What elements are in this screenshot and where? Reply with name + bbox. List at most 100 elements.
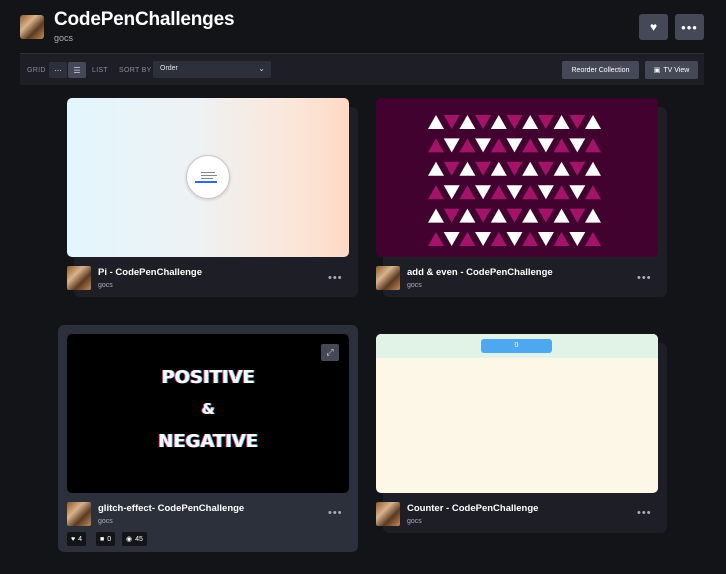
triangle — [522, 208, 539, 223]
triangle — [459, 138, 476, 153]
sort-by-label: SORT BY — [119, 67, 152, 74]
more-options-button[interactable]: ••• — [675, 14, 704, 40]
triangle — [522, 232, 539, 246]
triangle — [506, 115, 523, 129]
comment-icon: ■ — [100, 535, 105, 543]
sort-select[interactable]: Order ⌄ — [153, 61, 271, 78]
triangle — [428, 185, 444, 200]
chevron-down-icon: ⌄ — [258, 64, 265, 73]
triangle — [537, 208, 554, 223]
card-owner[interactable]: gocs — [407, 282, 422, 289]
triangle — [553, 232, 570, 246]
view-count: 45 — [135, 535, 143, 543]
tv-view-button[interactable]: ▣ TV View — [645, 61, 698, 79]
card-title[interactable]: glitch-effect- CodePenChallenge — [98, 503, 244, 514]
tv-icon: ▣ — [653, 67, 661, 74]
avatar[interactable] — [67, 266, 91, 290]
grid-icon: ⋯ — [54, 65, 62, 75]
triangle — [553, 208, 570, 223]
card-owner[interactable]: gocs — [407, 518, 422, 525]
counter-display: 0 — [481, 339, 552, 353]
triangle — [490, 208, 507, 223]
triangle — [585, 208, 601, 223]
triangle — [490, 138, 507, 153]
triangle — [490, 161, 507, 176]
owner-avatar[interactable] — [20, 15, 44, 39]
triangle — [443, 161, 460, 176]
triangle — [490, 232, 507, 246]
triangle — [443, 138, 460, 153]
triangle — [585, 185, 601, 200]
triangle — [428, 232, 444, 246]
comment-count-button[interactable]: ■ 0 — [96, 532, 116, 546]
card-title[interactable]: Pi - CodePenChallenge — [98, 267, 202, 278]
triangle — [475, 208, 492, 223]
list-view-button[interactable]: ☰ — [68, 62, 86, 78]
comment-count: 0 — [107, 535, 112, 543]
triangle — [553, 138, 570, 153]
triangle — [585, 115, 601, 129]
collection-owner-link[interactable]: gocs — [54, 33, 73, 43]
triangle — [537, 115, 554, 129]
triangle — [585, 232, 601, 246]
triangle — [475, 185, 492, 200]
triangle — [475, 232, 492, 246]
triangle — [506, 232, 523, 246]
triangle — [569, 185, 586, 200]
card-owner[interactable]: gocs — [98, 282, 113, 289]
card-more-icon[interactable]: ••• — [328, 272, 343, 284]
triangle — [585, 138, 601, 153]
triangle — [428, 138, 444, 153]
triangle — [537, 232, 554, 246]
pen-preview-glitch[interactable]: POSITIVE & NEGATIVE ⤢ — [67, 334, 349, 493]
card-more-icon[interactable]: ••• — [328, 507, 343, 519]
pen-preview-add-even[interactable] — [376, 98, 658, 257]
list-label: LIST — [92, 67, 108, 74]
card-title[interactable]: Counter - CodePenChallenge — [407, 503, 538, 514]
triangle — [506, 161, 523, 176]
heart-button[interactable]: ♥ — [639, 14, 668, 40]
triangle — [569, 208, 586, 223]
triangle — [522, 161, 539, 176]
triangle — [506, 185, 523, 200]
triangle — [537, 161, 554, 176]
glitch-line-3: NEGATIVE — [158, 431, 258, 452]
triangle — [443, 115, 460, 129]
eye-icon: ◉ — [126, 536, 133, 543]
triangle — [553, 115, 570, 129]
pen-preview-pi[interactable] — [67, 98, 349, 257]
triangle — [569, 115, 586, 129]
avatar[interactable] — [376, 502, 400, 526]
triangle — [537, 138, 554, 153]
triangle — [569, 232, 586, 246]
triangle — [553, 161, 570, 176]
triangle — [443, 208, 460, 223]
glitch-line-1: POSITIVE — [161, 367, 255, 388]
card-more-icon[interactable]: ••• — [637, 272, 652, 284]
triangle — [459, 208, 476, 223]
triangle — [490, 185, 507, 200]
triangle — [569, 161, 586, 176]
triangle-pattern — [428, 115, 601, 246]
triangle — [553, 185, 570, 200]
avatar[interactable] — [376, 266, 400, 290]
more-icon: ••• — [681, 19, 698, 35]
heart-icon: ♥ — [71, 535, 76, 543]
card-more-icon[interactable]: ••• — [637, 507, 652, 519]
sort-select-value: Order — [160, 65, 178, 72]
triangle — [428, 208, 444, 223]
triangle — [522, 185, 539, 200]
expand-icon[interactable]: ⤢ — [321, 344, 339, 361]
triangle — [459, 185, 476, 200]
card-title[interactable]: add & even - CodePenChallenge — [407, 267, 553, 278]
triangle — [537, 185, 554, 200]
grid-view-button[interactable]: ⋯ — [49, 62, 67, 78]
card-owner[interactable]: gocs — [98, 518, 113, 525]
reorder-collection-button[interactable]: Reorder Collection — [562, 61, 639, 79]
view-count-button[interactable]: ◉ 45 — [122, 532, 147, 546]
avatar[interactable] — [67, 502, 91, 526]
triangle — [443, 232, 460, 246]
triangle — [459, 232, 476, 246]
pen-preview-counter[interactable]: 0 — [376, 334, 658, 493]
like-count-button[interactable]: ♥ 4 — [67, 532, 87, 546]
